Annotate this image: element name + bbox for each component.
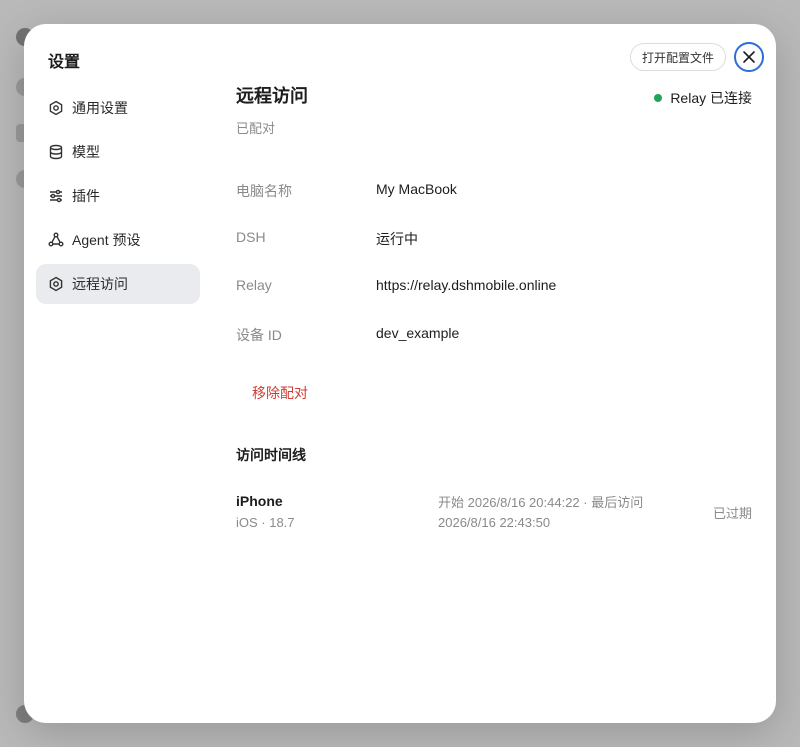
device-info-table: 电脑名称 My MacBook DSH 运行中 Relay https://re… bbox=[236, 175, 752, 367]
relay-status-label: Relay 已连接 bbox=[670, 90, 752, 106]
sidebar-item-models[interactable]: 模型 bbox=[36, 132, 200, 172]
top-actions: 打开配置文件 bbox=[629, 42, 764, 72]
device-name: iPhone bbox=[236, 493, 283, 509]
access-time-line: 2026/8/16 22:43:50 bbox=[438, 515, 551, 530]
timeline-entry: iPhone iOS · 18.7 开始 2026/8/16 20:44:22 … bbox=[236, 493, 752, 533]
info-key: 电脑名称 bbox=[236, 183, 292, 199]
info-row-dsh: DSH 运行中 bbox=[236, 223, 752, 271]
settings-sidebar: 通用设置 模型 插件 Agent 预设 远程访问 bbox=[36, 88, 200, 308]
device-os: iOS · 18.7 bbox=[236, 515, 295, 530]
info-row-computer-name: 电脑名称 My MacBook bbox=[236, 175, 752, 223]
sidebar-item-label: 通用设置 bbox=[72, 100, 128, 116]
sidebar-item-label: 模型 bbox=[72, 144, 100, 160]
sidebar-item-label: 远程访问 bbox=[72, 276, 128, 292]
info-value: dev_example bbox=[376, 325, 460, 341]
info-key: 设备 ID bbox=[236, 327, 282, 343]
timeline-title: 访问时间线 bbox=[236, 447, 306, 463]
settings-modal: 设置 通用设置 模型 插件 Agent 预设 远程访问 打开配置文件 远程访问 … bbox=[24, 24, 776, 723]
database-icon bbox=[48, 144, 64, 160]
info-row-relay: Relay https://relay.dshmobile.online bbox=[236, 271, 752, 319]
close-button[interactable] bbox=[734, 42, 764, 72]
sidebar-item-label: Agent 预设 bbox=[72, 232, 141, 248]
info-value: https://relay.dshmobile.online bbox=[376, 277, 557, 293]
status-badge: 已过期 bbox=[712, 506, 752, 521]
agent-icon bbox=[48, 232, 64, 248]
access-time: 开始 2026/8/16 20:44:22 · 最后访问 2026/8/16 2… bbox=[438, 493, 668, 533]
info-row-device-id: 设备 ID dev_example bbox=[236, 319, 752, 367]
sliders-icon bbox=[48, 188, 64, 204]
gear-icon bbox=[48, 100, 64, 116]
info-value: My MacBook bbox=[376, 181, 457, 197]
gear-icon bbox=[48, 276, 64, 292]
access-time-line: 开始 2026/8/16 20:44:22 · 最后访问 bbox=[438, 495, 644, 510]
sidebar-item-plugins[interactable]: 插件 bbox=[36, 176, 200, 216]
info-key: Relay bbox=[236, 277, 272, 293]
status-dot-icon bbox=[654, 94, 663, 102]
relay-status: Relay 已连接 bbox=[654, 88, 752, 108]
open-config-file-button[interactable]: 打开配置文件 bbox=[629, 43, 726, 71]
close-icon bbox=[743, 51, 755, 63]
sidebar-item-remote-access[interactable]: 远程访问 bbox=[36, 264, 200, 304]
sidebar-item-general[interactable]: 通用设置 bbox=[36, 88, 200, 128]
info-key: DSH bbox=[236, 229, 266, 245]
pairing-status: 已配对 bbox=[236, 121, 276, 136]
remove-pairing-button[interactable]: 移除配对 bbox=[252, 383, 308, 403]
sidebar-item-label: 插件 bbox=[72, 188, 100, 204]
info-value: 运行中 bbox=[376, 231, 418, 247]
modal-title: 设置 bbox=[48, 54, 81, 71]
remote-access-panel: 远程访问 已配对 Relay 已连接 电脑名称 My MacBook DSH 运… bbox=[236, 82, 752, 533]
sidebar-item-agent-presets[interactable]: Agent 预设 bbox=[36, 220, 200, 260]
